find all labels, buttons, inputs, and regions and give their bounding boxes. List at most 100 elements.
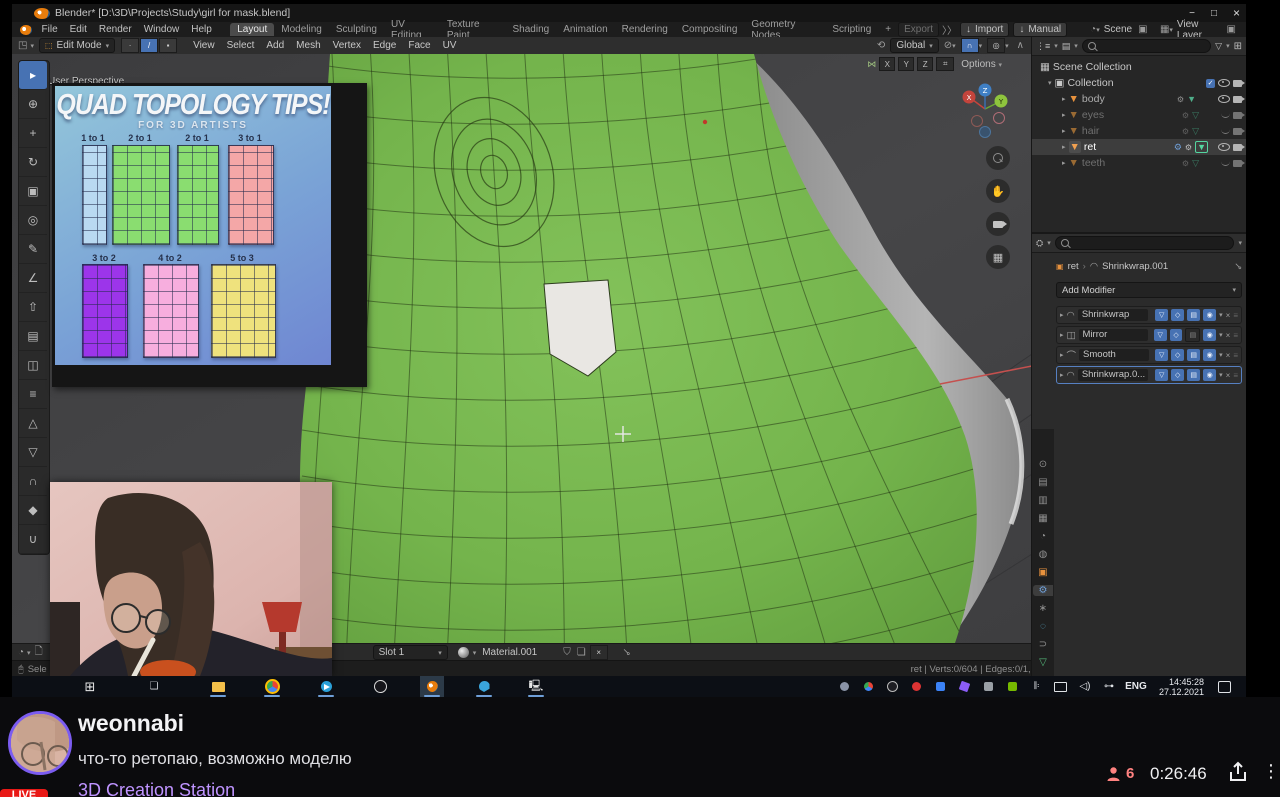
tool-button-0[interactable]: ▸ [19,61,47,90]
properties-search-input[interactable] [1054,236,1235,250]
krita-icon[interactable] [472,676,496,697]
properties-tab-3[interactable]: ▦ [1035,513,1051,524]
snap-settings-icon[interactable]: ⌗ [936,57,955,71]
snap-magnet-icon[interactable]: ∩ [960,38,979,53]
tool-button-15[interactable]: ◆ [19,496,47,525]
fake-user-shield-icon[interactable]: ⛉ [563,647,571,658]
more-options-kebab[interactable]: ⋮ [1262,761,1280,782]
proportional-falloff-icon[interactable]: ∧ [1017,40,1024,51]
outliner-row-collection[interactable]: ▾ ▣ Collection ✓ [1032,75,1246,91]
outliner-display-mode-icon[interactable]: ⋮≡ [1036,41,1050,52]
tool-button-16[interactable]: ∪ [19,525,47,554]
properties-tab-10[interactable]: ⊃ [1035,639,1051,650]
toggle-render-icon[interactable]: ◉ [1203,369,1217,381]
modifier-row-shrinkwrap-001[interactable]: ▸ ◠ Shrinkwrap.0... ▽ ◇ ▤ ◉ ▾ × ≡ [1056,366,1242,384]
tray-app-icon[interactable] [929,676,953,697]
tool-button-14[interactable]: ∩ [19,467,47,496]
tray-drive-icon[interactable] [977,676,1001,697]
material-name[interactable]: Material.001 [482,647,537,658]
tab-workspace-scripting[interactable]: Scripting [825,23,878,36]
edge-select-mode-button[interactable]: / [140,38,159,53]
menu-file[interactable]: File [36,23,64,36]
editor-type-icon[interactable]: ◔ [18,647,24,658]
drag-handle-icon[interactable]: ≡ [1233,351,1238,360]
mirror-x-button[interactable]: X [879,57,896,71]
tab-workspace-layout[interactable]: Layout [230,23,275,36]
toggle-cage-icon[interactable]: ◇ [1171,349,1185,361]
category-link[interactable]: 3D Creation Station [78,780,235,797]
tab-workspace-shading[interactable]: Shading [506,23,557,36]
outliner-row-scene-collection[interactable]: ▦ Scene Collection [1032,59,1246,75]
eye-open-icon[interactable] [1218,95,1230,103]
chrome-icon[interactable] [260,676,284,697]
properties-tab-9[interactable]: ◌ [1035,621,1051,632]
tool-button-13[interactable]: ▽ [19,438,47,467]
tab-workspace-sculpting[interactable]: Sculpting [329,23,384,36]
toggle-realtime-icon[interactable]: ▤ [1185,328,1201,342]
copy-material-icon[interactable]: ❏ [577,647,586,658]
tray-chrome-icon[interactable] [857,676,881,697]
menu-view[interactable]: View [187,40,221,51]
orientation-selector[interactable]: Global ▾ [890,38,939,53]
taskbar-clock[interactable]: 14:45:28 27.12.2021 [1159,677,1204,697]
eye-open-icon[interactable] [1218,143,1230,151]
channel-avatar[interactable] [8,711,72,775]
outliner-mode-icon[interactable]: ▤ [1062,41,1071,52]
zoom-icon[interactable] [986,146,1010,170]
toggle-realtime-icon[interactable]: ▤ [1187,349,1201,361]
modifier-row-shrinkwrap[interactable]: ▸ ◠ Shrinkwrap ▽ ◇ ▤ ◉ ▾ × ≡ [1056,306,1242,324]
toggle-render-icon[interactable]: ◉ [1203,309,1217,321]
outliner-row-teeth[interactable]: ▸ ▼ teeth ⚙ ▽ [1032,155,1246,171]
menu-face[interactable]: Face [402,40,436,51]
toggle-cage-icon[interactable]: ◇ [1169,329,1183,341]
properties-tab-6[interactable]: ▣ [1035,567,1051,578]
tool-button-9[interactable]: ▤ [19,322,47,351]
menu-render[interactable]: Render [93,23,138,36]
add-modifier-button[interactable]: Add Modifier ▾ [1056,282,1242,298]
tray-obs-icon[interactable] [881,676,905,697]
toggle-cage-icon[interactable]: ◇ [1171,309,1185,321]
properties-tab-11[interactable]: ▽ [1035,657,1051,668]
language-indicator[interactable]: ENG [1121,676,1151,697]
menu-vertex[interactable]: Vertex [327,40,367,51]
collection-checkbox[interactable]: ✓ [1206,78,1215,88]
export-button[interactable]: Export [898,22,939,37]
menu-window[interactable]: Window [138,23,186,36]
tool-button-12[interactable]: △ [19,409,47,438]
toggle-editmode-icon[interactable]: ▽ [1155,369,1169,381]
mirror-z-button[interactable]: Z [917,57,934,71]
eye-closed-icon[interactable] [1221,129,1230,134]
menu-edge[interactable]: Edge [367,40,402,51]
mic-icon[interactable]: 𝄆 [1025,676,1049,697]
outliner-row-hair[interactable]: ▸ ▼ hair ⚙ ▽ [1032,123,1246,139]
scene-selector[interactable]: Scene [1104,24,1132,35]
editor-type-icon[interactable]: ◳ [18,40,27,51]
new-scene-icon[interactable]: ▣ [1138,24,1147,35]
toggle-editmode-icon[interactable]: ▽ [1155,309,1169,321]
menu-select[interactable]: Select [221,40,261,51]
window-title-bar[interactable]: Blender* [D:\3D\Projects\Study\girl for … [12,4,1246,22]
new-view-layer-icon[interactable]: ▣ [1227,24,1236,35]
clock-app-icon[interactable] [368,676,392,697]
transform-pivot-icon[interactable]: ⟲ [877,40,885,51]
tray-app2-icon[interactable] [953,676,977,697]
mode-selector[interactable]: ⬚ Edit Mode ▾ [38,38,116,53]
filter-icon[interactable]: ▽ [1215,41,1222,52]
eye-closed-icon[interactable] [1221,161,1230,166]
toggle-editmode-icon[interactable]: ▽ [1155,349,1169,361]
key-icon[interactable]: ⊶ [1097,676,1121,697]
outliner-row-ret[interactable]: ▸ ▼ ret ⚙ ⚙ ▼ [1032,139,1246,155]
pan-hand-icon[interactable]: ✋ [986,179,1010,203]
maximize-icon[interactable]: □ [1211,8,1217,19]
tool-button-3[interactable]: ↻ [19,148,47,177]
mirror-butterfly-icon[interactable]: ⋈ [867,59,876,70]
properties-tab-2[interactable]: ▥ [1035,495,1051,506]
blender-menu-logo-icon[interactable] [20,24,32,35]
vertex-select-mode-button[interactable]: · [121,38,140,53]
remove-modifier-icon[interactable]: × [1226,371,1231,380]
camera-visibility-icon[interactable] [1233,143,1245,151]
tool-button-6[interactable]: ✎ [19,235,47,264]
modifier-row-mirror[interactable]: ▸ ◫ Mirror ▽ ◇ ▤ ◉ ▾ × ≡ [1056,326,1242,344]
breadcrumb-modifier[interactable]: Shrinkwrap.001 [1102,261,1168,272]
drag-handle-icon[interactable]: ≡ [1233,331,1238,340]
